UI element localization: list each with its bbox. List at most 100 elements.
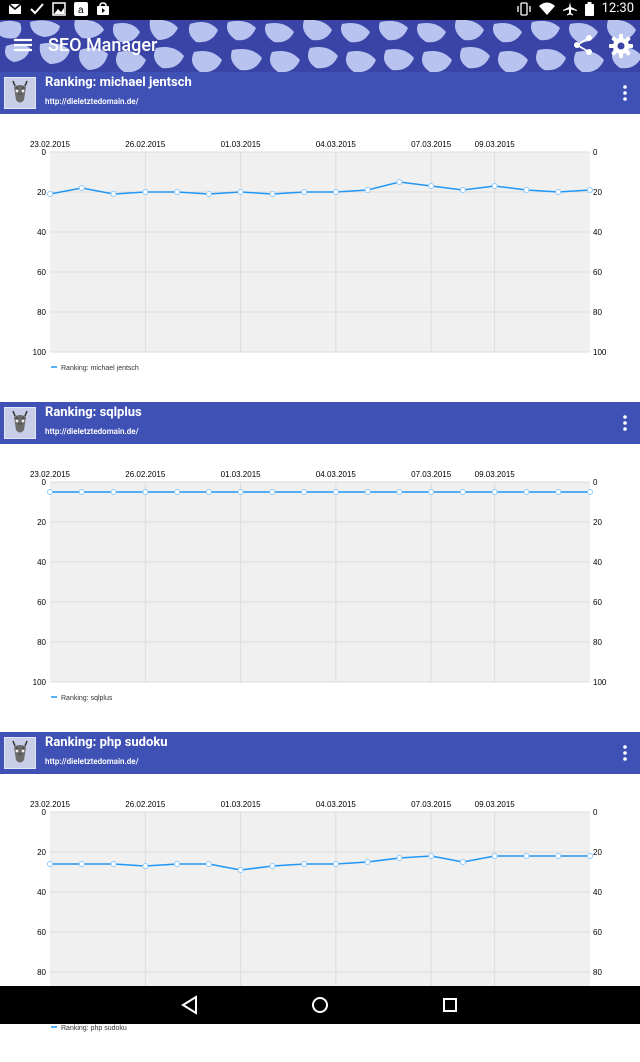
data-point[interactable] xyxy=(78,489,85,495)
y-tick-label-right: 0 xyxy=(593,148,598,157)
data-point[interactable] xyxy=(364,859,371,865)
data-point[interactable] xyxy=(364,187,371,193)
data-point[interactable] xyxy=(269,489,276,495)
data-point[interactable] xyxy=(301,861,308,867)
data-point[interactable] xyxy=(523,489,530,495)
card-header[interactable]: Ranking: michael jentsch http://dieletzt… xyxy=(0,72,640,114)
data-point[interactable] xyxy=(587,489,593,495)
data-point[interactable] xyxy=(332,489,339,495)
data-point[interactable] xyxy=(205,489,212,495)
home-circle-icon[interactable] xyxy=(307,992,333,1018)
data-point[interactable] xyxy=(396,855,403,861)
data-point[interactable] xyxy=(47,489,53,495)
x-tick-label: 01.03.2015 xyxy=(221,140,262,149)
data-point[interactable] xyxy=(587,187,593,193)
data-point[interactable] xyxy=(205,191,212,197)
data-point[interactable] xyxy=(110,489,117,495)
card-header[interactable]: Ranking: php sudoku http://dieletztedoma… xyxy=(0,732,640,774)
data-point[interactable] xyxy=(555,853,562,859)
x-tick-label: 07.03.2015 xyxy=(411,140,452,149)
data-point[interactable] xyxy=(396,489,403,495)
x-tick-label: 04.03.2015 xyxy=(316,800,357,809)
data-point[interactable] xyxy=(142,489,149,495)
y-tick-label-left: 20 xyxy=(37,848,46,857)
card-header[interactable]: Ranking: sqlplus http://dieletztedomain.… xyxy=(0,402,640,444)
data-point[interactable] xyxy=(428,853,435,859)
y-tick-label-right: 100 xyxy=(593,678,607,687)
y-tick-label-left: 20 xyxy=(37,188,46,197)
data-point[interactable] xyxy=(332,861,339,867)
data-point[interactable] xyxy=(174,189,181,195)
data-point[interactable] xyxy=(428,183,435,189)
x-tick-label: 04.03.2015 xyxy=(316,140,357,149)
more-vertical-icon[interactable] xyxy=(616,744,634,762)
y-tick-label-left: 100 xyxy=(33,348,47,357)
data-point[interactable] xyxy=(142,189,149,195)
data-point[interactable] xyxy=(459,859,466,865)
share-icon[interactable] xyxy=(571,33,595,57)
data-point[interactable] xyxy=(459,489,466,495)
data-point[interactable] xyxy=(523,853,530,859)
more-vertical-icon[interactable] xyxy=(616,84,634,102)
data-point[interactable] xyxy=(491,853,498,859)
plot-area xyxy=(50,482,590,682)
data-point[interactable] xyxy=(269,863,276,869)
ranking-chart: 23.02.2015 26.02.2015 01.03.2015 04.03.2015… xyxy=(30,470,607,702)
data-point[interactable] xyxy=(78,185,85,191)
giraffe-avatar-icon xyxy=(4,77,36,109)
data-point[interactable] xyxy=(237,489,244,495)
more-vertical-icon[interactable] xyxy=(616,414,634,432)
x-tick-label: 23.02.2015 xyxy=(30,140,71,149)
y-tick-label-right: 60 xyxy=(593,598,602,607)
data-point[interactable] xyxy=(237,189,244,195)
status-time: 12:30 xyxy=(601,1,634,16)
card-title: Ranking: sqlplus xyxy=(45,405,142,420)
plot-area xyxy=(50,812,590,1012)
data-point[interactable] xyxy=(142,863,149,869)
data-point[interactable] xyxy=(332,189,339,195)
giraffe-avatar-icon xyxy=(4,407,36,439)
data-point[interactable] xyxy=(396,179,403,185)
data-point[interactable] xyxy=(301,189,308,195)
y-tick-label-right: 60 xyxy=(593,928,602,937)
data-point[interactable] xyxy=(110,191,117,197)
x-tick-label: 26.02.2015 xyxy=(125,470,166,479)
data-point[interactable] xyxy=(491,489,498,495)
data-point[interactable] xyxy=(47,191,53,197)
x-tick-label: 23.02.2015 xyxy=(30,800,71,809)
card-url: http://dieletztedomain.de/ xyxy=(45,427,139,436)
notification-icons: a xyxy=(8,2,110,16)
navigation-bar xyxy=(0,986,640,1024)
legend-label: Ranking: php sudoku xyxy=(61,1025,127,1032)
gear-icon[interactable] xyxy=(607,32,635,60)
data-point[interactable] xyxy=(555,189,562,195)
data-point[interactable] xyxy=(459,187,466,193)
card-url: http://dieletztedomain.de/ xyxy=(45,97,139,106)
y-tick-label-left: 60 xyxy=(37,598,46,607)
data-point[interactable] xyxy=(47,861,53,867)
data-point[interactable] xyxy=(269,191,276,197)
data-point[interactable] xyxy=(364,489,371,495)
data-point[interactable] xyxy=(110,861,117,867)
data-point[interactable] xyxy=(78,861,85,867)
y-tick-label-left: 40 xyxy=(37,558,46,567)
recents-square-icon[interactable] xyxy=(437,992,463,1018)
y-tick-label-left: 0 xyxy=(42,478,47,487)
y-tick-label-right: 20 xyxy=(593,848,602,857)
hamburger-menu-icon[interactable] xyxy=(12,34,34,56)
card-url: http://dieletztedomain.de/ xyxy=(45,757,139,766)
data-point[interactable] xyxy=(587,853,593,859)
data-point[interactable] xyxy=(301,489,308,495)
data-point[interactable] xyxy=(174,861,181,867)
data-point[interactable] xyxy=(491,183,498,189)
data-point[interactable] xyxy=(237,867,244,873)
legend-label: Ranking: sqlplus xyxy=(61,695,113,702)
x-tick-label: 09.03.2015 xyxy=(475,800,516,809)
data-point[interactable] xyxy=(523,187,530,193)
data-point[interactable] xyxy=(205,861,212,867)
back-triangle-icon[interactable] xyxy=(177,992,203,1018)
y-tick-label-right: 40 xyxy=(593,558,602,567)
data-point[interactable] xyxy=(555,489,562,495)
data-point[interactable] xyxy=(428,489,435,495)
data-point[interactable] xyxy=(174,489,181,495)
